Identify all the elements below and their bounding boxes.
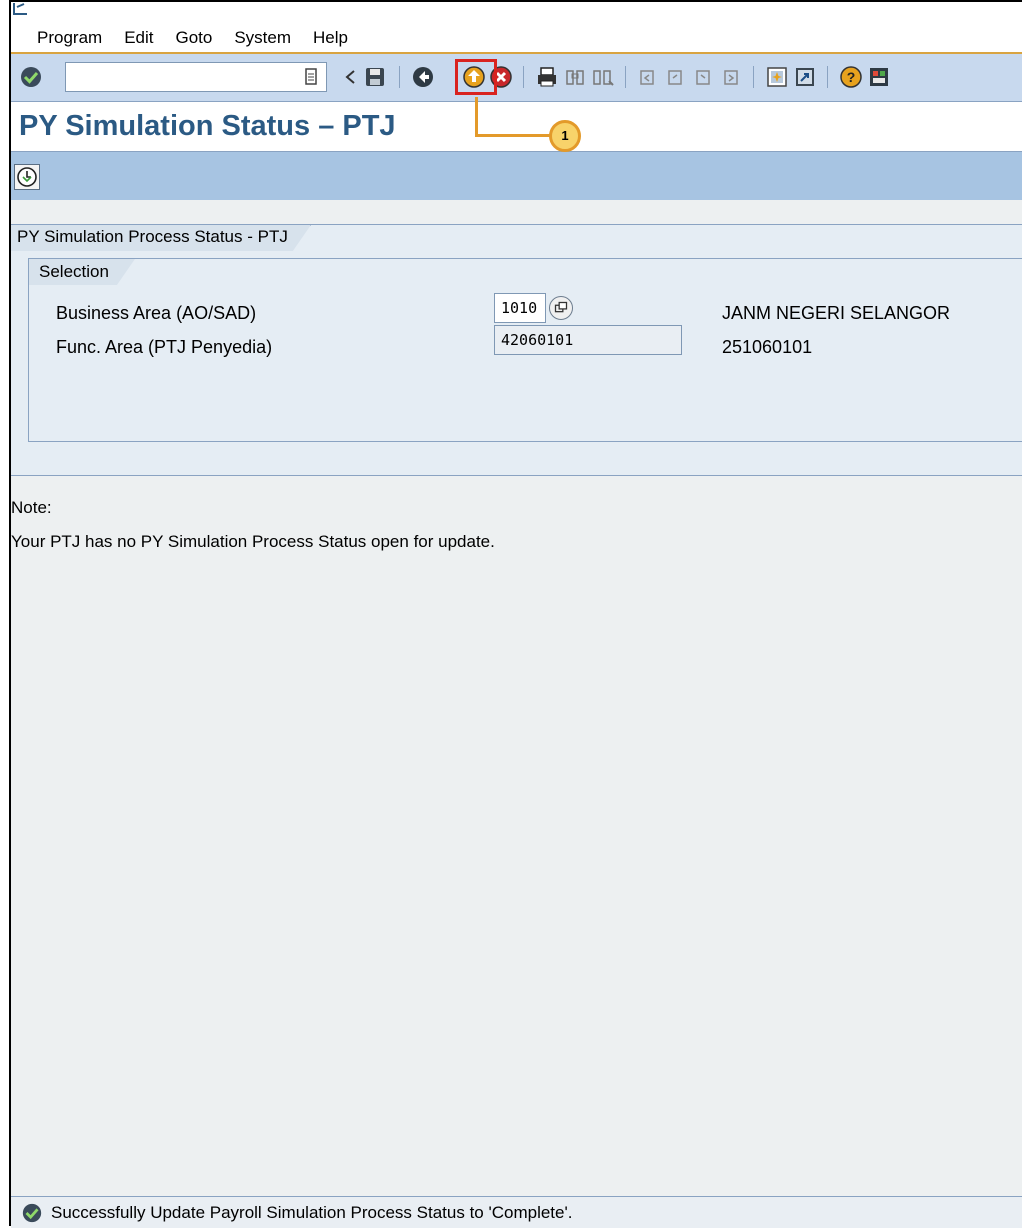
status-bar: Successfully Update Payroll Simulation P… xyxy=(11,1196,1022,1228)
help-icon[interactable]: ? xyxy=(839,65,863,89)
execute-icon xyxy=(17,167,37,187)
group-title: PY Simulation Process Status - PTJ xyxy=(11,225,311,251)
exit-button-highlight xyxy=(455,59,497,95)
menu-edit[interactable]: Edit xyxy=(124,28,153,48)
business-area-search-help[interactable] xyxy=(549,296,573,320)
application-toolbar xyxy=(11,152,1022,200)
title-bar: PY Simulation Status – PTJ xyxy=(11,102,1022,152)
selection-title: Selection xyxy=(29,259,135,285)
back-arrow-small-icon[interactable] xyxy=(339,65,363,89)
find-next-icon[interactable] xyxy=(591,65,615,89)
menu-goto[interactable]: Goto xyxy=(175,28,212,48)
first-page-icon[interactable] xyxy=(635,65,659,89)
menu-bar: Program Edit Goto System Help xyxy=(11,2,1022,54)
callout-connector-horizontal xyxy=(475,134,553,137)
find-icon[interactable] xyxy=(563,65,587,89)
business-area-input[interactable]: 1010 xyxy=(494,293,546,323)
menu-program[interactable]: Program xyxy=(37,28,102,48)
enter-icon[interactable] xyxy=(19,65,43,89)
menu-help[interactable]: Help xyxy=(313,28,348,48)
page-title: PY Simulation Status – PTJ xyxy=(19,110,396,142)
window-menu-icon[interactable] xyxy=(13,2,29,16)
create-session-icon[interactable] xyxy=(765,65,789,89)
status-message[interactable]: Successfully Update Payroll Simulation P… xyxy=(51,1203,572,1223)
success-icon xyxy=(22,1203,42,1223)
print-icon[interactable] xyxy=(535,65,559,89)
command-dropdown-icon[interactable] xyxy=(299,65,323,89)
callout-connector xyxy=(475,97,478,137)
business-area-description: JANM NEGERI SELANGOR xyxy=(722,303,951,323)
command-field[interactable] xyxy=(65,62,327,92)
sap-window: Program Edit Goto System Help ? PY Simul… xyxy=(9,0,1022,1228)
standard-toolbar: ? xyxy=(11,54,1022,102)
callout-marker: 1 xyxy=(549,120,581,152)
func-area-description: 251060101 xyxy=(722,337,813,357)
menu-system[interactable]: System xyxy=(234,28,291,48)
process-status-group: PY Simulation Process Status - PTJ Selec… xyxy=(11,224,1022,476)
save-icon[interactable] xyxy=(363,65,387,89)
last-page-icon[interactable] xyxy=(719,65,743,89)
value-help-icon xyxy=(554,301,568,313)
back-icon[interactable] xyxy=(411,65,435,89)
next-page-icon[interactable] xyxy=(691,65,715,89)
business-area-label: Business Area (AO/SAD) xyxy=(56,303,257,323)
note-text: Your PTJ has no PY Simulation Process St… xyxy=(11,532,495,551)
func-area-input: 42060101 xyxy=(494,325,682,355)
execute-button[interactable] xyxy=(14,164,40,190)
previous-page-icon[interactable] xyxy=(663,65,687,89)
func-area-label: Func. Area (PTJ Penyedia) xyxy=(56,337,273,357)
customize-layout-icon[interactable] xyxy=(867,65,891,89)
svg-text:?: ? xyxy=(847,69,856,85)
selection-group: Selection Business Area (AO/SAD) 1010 JA… xyxy=(28,258,1022,442)
note-label: Note: xyxy=(11,498,52,517)
shortcut-icon[interactable] xyxy=(793,65,817,89)
